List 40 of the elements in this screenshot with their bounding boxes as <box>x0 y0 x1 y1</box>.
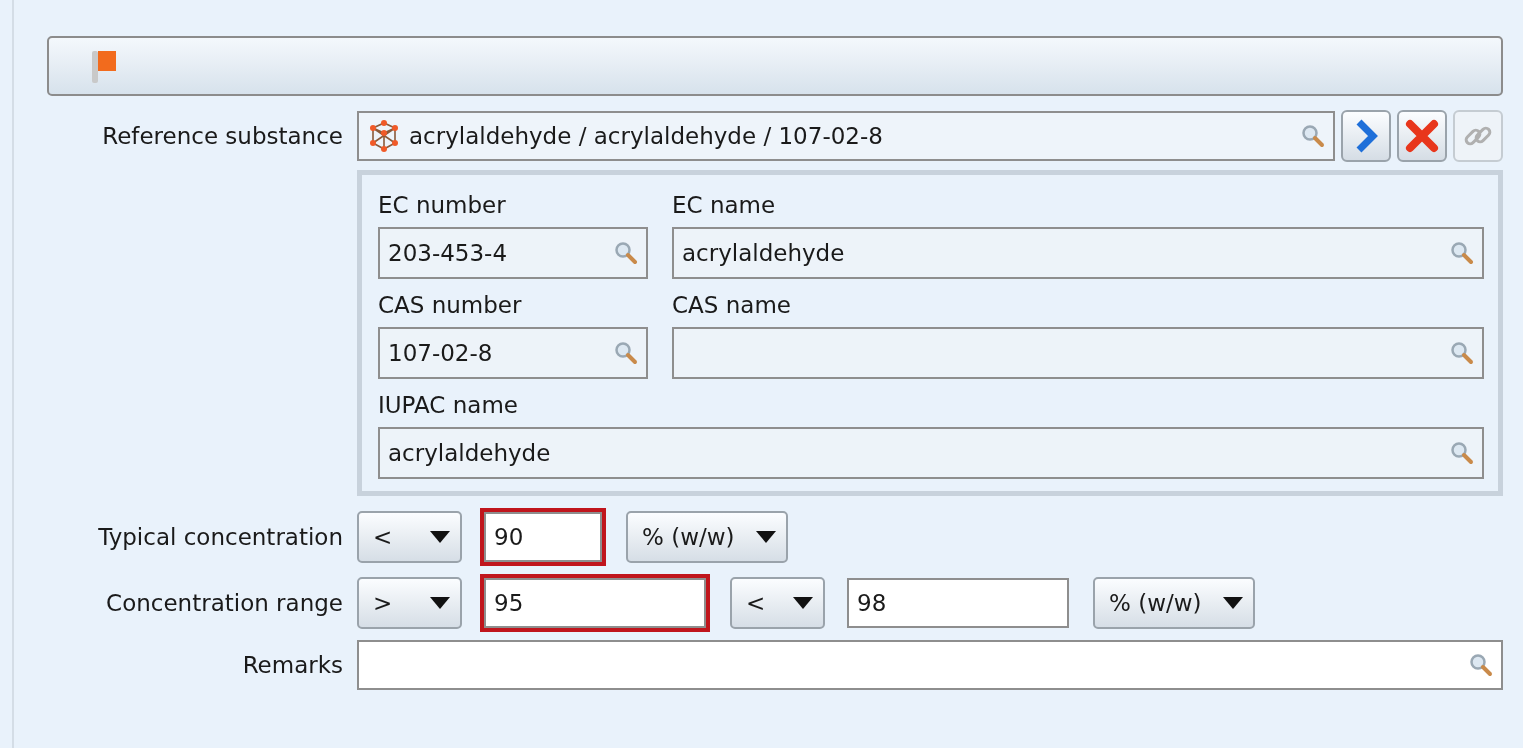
lookup-field[interactable] <box>672 327 1484 379</box>
dropdown[interactable]: % (w/w) <box>1093 577 1255 629</box>
lookup-field[interactable]: 107-02-8 <box>378 327 648 379</box>
field-label: Concentration range <box>105 590 344 616</box>
search-icon <box>1469 653 1493 677</box>
lookup-field[interactable]: acrylaldehyde <box>672 227 1484 279</box>
field-label: Remarks <box>241 652 344 678</box>
field-label: Typical concentration <box>97 524 344 550</box>
delete-button[interactable] <box>1397 110 1447 162</box>
molecule-icon <box>367 119 401 153</box>
open-button[interactable] <box>1341 110 1391 162</box>
dropdown[interactable]: < <box>730 577 825 629</box>
dropdown[interactable]: < <box>357 511 462 563</box>
caret-icon <box>430 597 450 609</box>
dropdown[interactable]: > <box>357 577 462 629</box>
number-field[interactable]: 98 <box>847 578 1069 628</box>
search-icon <box>1450 341 1474 365</box>
remarks-field[interactable] <box>357 640 1503 690</box>
caret-icon <box>793 597 813 609</box>
field-label: EC name <box>672 191 777 220</box>
caret-icon <box>756 531 776 543</box>
field-label: Reference substance <box>101 123 344 149</box>
search-icon <box>614 241 638 265</box>
search-icon <box>1450 241 1474 265</box>
caret-icon <box>1223 597 1243 609</box>
search-icon <box>614 341 638 365</box>
dropdown[interactable]: % (w/w) <box>626 511 788 563</box>
search-icon <box>1301 124 1325 148</box>
search-icon <box>1450 441 1474 465</box>
caret-icon <box>430 531 450 543</box>
number-field[interactable]: 95 <box>484 578 706 628</box>
close-icon <box>1405 119 1439 153</box>
lookup-field[interactable]: acrylaldehyde <box>378 427 1484 479</box>
lookup-field[interactable]: 203-453-4 <box>378 227 648 279</box>
field-label: EC number <box>378 191 507 220</box>
field-label: CAS name <box>672 291 792 320</box>
field-label: IUPAC name <box>378 391 519 420</box>
reference-substance-field[interactable]: acrylaldehyde / acrylaldehyde / 107-02-8 <box>357 111 1335 161</box>
number-field[interactable]: 90 <box>484 512 602 562</box>
field-label: CAS number <box>378 291 523 320</box>
